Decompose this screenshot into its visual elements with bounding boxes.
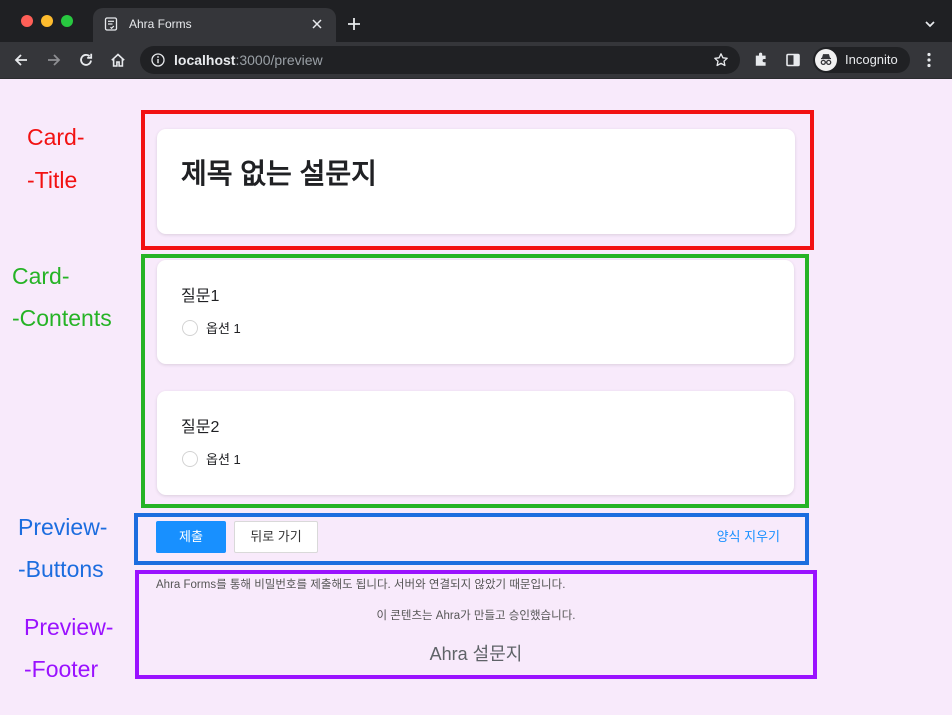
- annotation-preview-footer-line2: -Footer: [24, 656, 99, 682]
- option-radio[interactable]: [182, 320, 198, 336]
- url-host: localhost: [174, 52, 236, 68]
- annotation-preview-buttons-line1: Preview-: [18, 514, 108, 540]
- star-icon[interactable]: [713, 52, 729, 68]
- forward-arrow-icon[interactable]: [46, 52, 62, 68]
- question-card: 질문2 옵션 1: [157, 391, 794, 495]
- option-label[interactable]: 옵션 1: [206, 321, 241, 337]
- tab-title: Ahra Forms: [129, 17, 192, 31]
- option-label[interactable]: 옵션 1: [206, 452, 241, 468]
- clear-form-link[interactable]: 양식 지우기: [717, 529, 780, 545]
- footer-notice: Ahra Forms를 통해 비밀번호를 제출해도 됩니다. 서버와 연결되지 …: [156, 579, 566, 591]
- address-url[interactable]: localhost:3000/preview: [174, 46, 323, 74]
- form-document-icon: [104, 17, 118, 31]
- annotation-card-title-line1: Card-: [27, 124, 85, 150]
- reload-icon[interactable]: [78, 52, 94, 68]
- kebab-menu-icon[interactable]: [927, 52, 931, 68]
- back-button[interactable]: 뒤로 가기: [234, 521, 318, 553]
- address-bar[interactable]: localhost:3000/preview: [140, 46, 740, 74]
- incognito-icon: [815, 49, 837, 71]
- window-minimize-button[interactable]: [41, 15, 53, 27]
- window-close-button[interactable]: [21, 15, 33, 27]
- annotation-card-title-line2: -Title: [27, 167, 78, 193]
- option-radio[interactable]: [182, 451, 198, 467]
- question-label: 질문1: [181, 288, 220, 305]
- chevron-down-icon[interactable]: [924, 18, 936, 30]
- home-icon[interactable]: [110, 52, 126, 68]
- profile-button[interactable]: Incognito: [813, 47, 910, 73]
- submit-button[interactable]: 제출: [156, 521, 226, 553]
- tab-strip: Ahra Forms: [0, 0, 952, 42]
- back-arrow-icon[interactable]: [13, 52, 29, 68]
- annotation-card-contents-line1: Card-: [12, 263, 70, 289]
- browser-toolbar: localhost:3000/preview Incognito: [0, 42, 952, 79]
- plus-icon[interactable]: [347, 17, 361, 31]
- puzzle-icon[interactable]: [753, 52, 769, 68]
- annotation-preview-buttons-line2: -Buttons: [18, 556, 104, 582]
- question-card: 질문1 옵션 1: [157, 260, 794, 364]
- close-icon[interactable]: [312, 19, 322, 29]
- profile-label: Incognito: [845, 52, 898, 67]
- window-zoom-button[interactable]: [61, 15, 73, 27]
- footer-brand: Ahra 설문지: [429, 644, 523, 664]
- info-icon[interactable]: [151, 53, 165, 67]
- url-path: :3000/preview: [235, 52, 323, 68]
- form-title: 제목 없는 설문지: [181, 158, 377, 189]
- page: { "browser": { "tab_title": "Ahra Forms"…: [0, 0, 952, 715]
- question-label: 질문2: [181, 419, 220, 436]
- annotation-preview-footer-line1: Preview-: [24, 614, 114, 640]
- footer-disclaimer: 이 콘텐츠는 Ahra가 만들고 승인했습니다.: [376, 610, 576, 622]
- browser-tab[interactable]: Ahra Forms: [93, 8, 336, 42]
- side-panel-icon[interactable]: [785, 52, 801, 68]
- annotation-card-contents-line2: -Contents: [12, 305, 112, 331]
